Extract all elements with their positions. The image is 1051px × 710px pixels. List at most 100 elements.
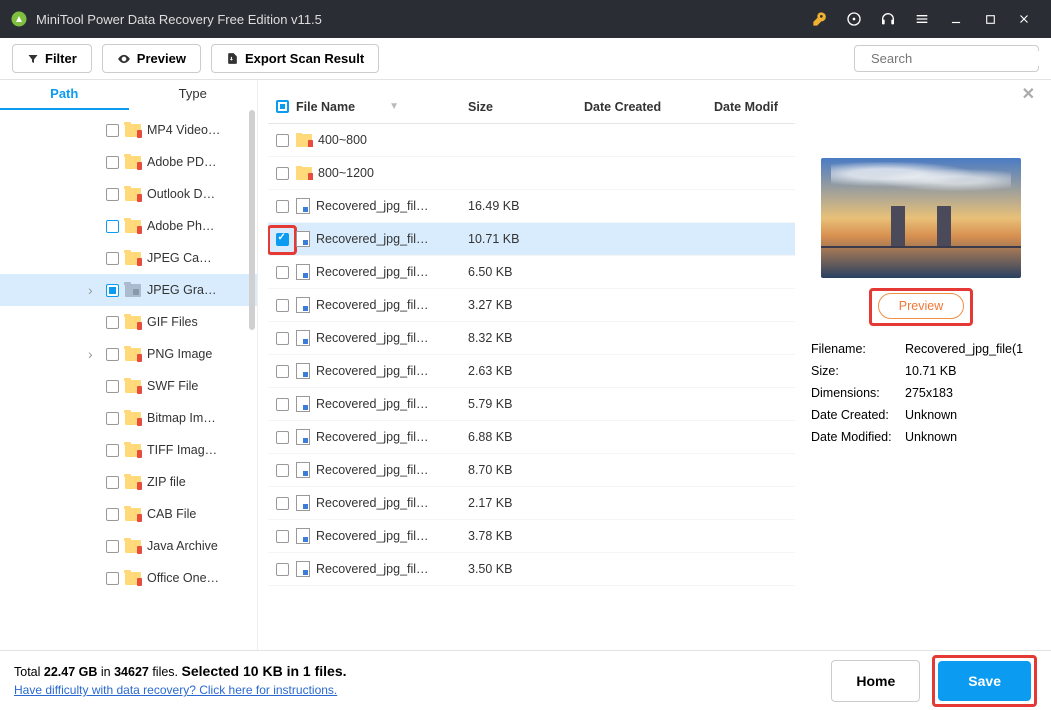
file-row[interactable]: Recovered_jpg_fil…6.88 KB [268, 421, 795, 454]
tree[interactable]: MP4 Video…Adobe PD…Outlook D…Adobe Ph…JP… [0, 110, 257, 650]
file-row[interactable]: Recovered_jpg_fil…3.27 KB [268, 289, 795, 322]
file-row[interactable]: Recovered_jpg_fil…8.32 KB [268, 322, 795, 355]
tab-path[interactable]: Path [0, 80, 129, 110]
search-input[interactable] [854, 45, 1039, 72]
row-checkbox[interactable] [276, 497, 289, 510]
tree-checkbox[interactable] [106, 540, 119, 553]
tree-item[interactable]: JPEG Ca… [0, 242, 257, 274]
tree-checkbox[interactable] [106, 316, 119, 329]
filter-button[interactable]: Filter [12, 44, 92, 73]
folder-icon [125, 444, 141, 457]
row-checkbox[interactable] [276, 365, 289, 378]
headphones-icon[interactable] [879, 10, 897, 28]
tree-checkbox[interactable] [106, 284, 119, 297]
preview-button[interactable]: Preview [102, 44, 201, 73]
maximize-icon[interactable] [981, 10, 999, 28]
row-checkbox[interactable] [276, 464, 289, 477]
file-row[interactable]: Recovered_jpg_fil…5.79 KB [268, 388, 795, 421]
tree-item[interactable]: ZIP file [0, 466, 257, 498]
select-all-checkbox[interactable] [276, 100, 289, 113]
folder-icon [125, 124, 141, 137]
tree-checkbox[interactable] [106, 412, 119, 425]
row-checkbox[interactable] [276, 299, 289, 312]
folder-icon [125, 252, 141, 265]
row-checkbox[interactable] [276, 233, 289, 246]
tree-checkbox[interactable] [106, 508, 119, 521]
row-checkbox[interactable] [276, 431, 289, 444]
eye-icon [117, 52, 131, 66]
col-created[interactable]: Date Created [584, 100, 714, 114]
tree-checkbox[interactable] [106, 572, 119, 585]
file-row[interactable]: Recovered_jpg_fil…6.50 KB [268, 256, 795, 289]
tab-type[interactable]: Type [129, 80, 258, 110]
tree-item[interactable]: Java Archive [0, 530, 257, 562]
file-row[interactable]: Recovered_jpg_fil…10.71 KB [268, 223, 795, 256]
file-size: 5.79 KB [468, 397, 584, 411]
file-panel: File Name▼ Size Date Created Date Modif … [258, 80, 801, 650]
tree-item[interactable]: SWF File [0, 370, 257, 402]
tree-item[interactable]: CAB File [0, 498, 257, 530]
preview-close-icon[interactable]: ✕ [1022, 84, 1035, 104]
home-button[interactable]: Home [831, 660, 920, 702]
tree-checkbox[interactable] [106, 348, 119, 361]
file-row[interactable]: Recovered_jpg_fil…2.17 KB [268, 487, 795, 520]
row-checkbox[interactable] [276, 530, 289, 543]
file-list[interactable]: 400~800800~1200 Recovered_jpg_fil… 16.49 K… [268, 124, 795, 650]
footer: Total 22.47 GB in 34627 files. Selected … [0, 650, 1051, 710]
tree-item[interactable]: Outlook D… [0, 178, 257, 210]
row-checkbox[interactable] [276, 398, 289, 411]
tree-item[interactable]: MP4 Video… [0, 114, 257, 146]
key-icon[interactable] [811, 10, 829, 28]
window-title: MiniTool Power Data Recovery Free Editio… [36, 12, 803, 27]
tree-item[interactable]: PNG Image [0, 338, 257, 370]
save-button[interactable]: Save [938, 661, 1031, 701]
tree-label: ZIP file [147, 475, 186, 489]
tree-item[interactable]: Bitmap Im… [0, 402, 257, 434]
file-size: 16.49 KB [468, 199, 584, 213]
file-row[interactable]: 800~1200 [268, 157, 795, 190]
file-header: File Name▼ Size Date Created Date Modif [268, 90, 795, 124]
row-checkbox[interactable] [276, 200, 289, 213]
row-checkbox[interactable] [276, 563, 289, 576]
tree-checkbox[interactable] [106, 444, 119, 457]
tree-item[interactable]: TIFF Imag… [0, 434, 257, 466]
tree-checkbox[interactable] [106, 380, 119, 393]
tree-item[interactable]: Adobe PD… [0, 146, 257, 178]
tree-checkbox[interactable] [106, 476, 119, 489]
file-row[interactable]: Recovered_jpg_fil… 16.49 KB [268, 190, 795, 223]
file-row[interactable]: Recovered_jpg_fil…8.70 KB [268, 454, 795, 487]
file-name: Recovered_jpg_fil… [316, 199, 429, 213]
row-checkbox[interactable] [276, 134, 289, 147]
col-modified[interactable]: Date Modif [714, 100, 795, 114]
disc-icon[interactable] [845, 10, 863, 28]
row-checkbox[interactable] [276, 167, 289, 180]
help-link[interactable]: Have difficulty with data recovery? Clic… [14, 681, 347, 699]
tree-item[interactable]: GIF Files [0, 306, 257, 338]
tree-checkbox[interactable] [106, 156, 119, 169]
tree-checkbox[interactable] [106, 220, 119, 233]
folder-icon [125, 316, 141, 329]
tree-item[interactable]: Office One… [0, 562, 257, 594]
tree-item[interactable]: Adobe Ph… [0, 210, 257, 242]
tree-checkbox[interactable] [106, 252, 119, 265]
row-checkbox[interactable] [276, 266, 289, 279]
export-button[interactable]: Export Scan Result [211, 44, 379, 73]
menu-icon[interactable] [913, 10, 931, 28]
tree-item[interactable]: JPEG Gra… [0, 274, 257, 306]
tree-checkbox[interactable] [106, 188, 119, 201]
file-row[interactable]: Recovered_jpg_fil…2.63 KB [268, 355, 795, 388]
file-icon [296, 462, 310, 478]
row-checkbox[interactable] [276, 332, 289, 345]
file-row[interactable]: 400~800 [268, 124, 795, 157]
close-icon[interactable] [1015, 10, 1033, 28]
col-size[interactable]: Size [468, 100, 584, 114]
col-filename[interactable]: File Name▼ [296, 100, 468, 114]
file-row[interactable]: Recovered_jpg_fil…3.50 KB [268, 553, 795, 586]
tree-label: Bitmap Im… [147, 411, 216, 425]
minimize-icon[interactable] [947, 10, 965, 28]
preview-panel: ✕ Preview Filename:Recovered_jpg_file(1 … [801, 80, 1039, 650]
file-row[interactable]: Recovered_jpg_fil…3.78 KB [268, 520, 795, 553]
tree-label: PNG Image [147, 347, 212, 361]
preview-open-button[interactable]: Preview [878, 293, 964, 319]
tree-checkbox[interactable] [106, 124, 119, 137]
